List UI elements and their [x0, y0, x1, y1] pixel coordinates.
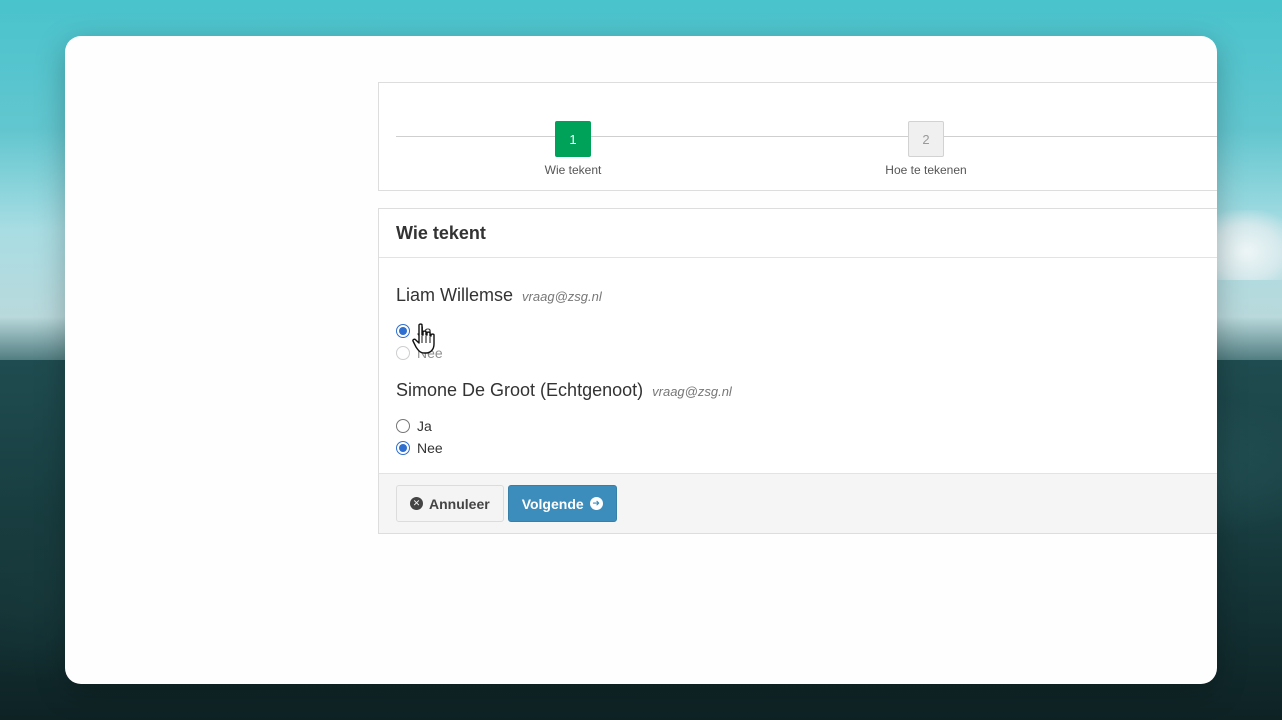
signer-name: Simone De Groot (Echtgenoot)	[396, 380, 644, 400]
arrow-circle-right-icon: ➜	[589, 497, 603, 510]
radio-option-ja[interactable]: Ja	[396, 415, 1217, 437]
next-button[interactable]: Volgende ➜	[507, 485, 617, 522]
step-who-signs[interactable]: 1 Wie tekent	[503, 121, 643, 177]
panel-title: Wie tekent	[396, 223, 486, 243]
signer-email: vraag@zsg.nl	[522, 289, 602, 304]
radio-button[interactable]	[396, 441, 410, 455]
signer-email: vraag@zsg.nl	[652, 384, 732, 399]
signer-name: Liam Willemse	[396, 285, 514, 305]
cancel-button-label: Annuleer	[429, 495, 490, 512]
times-circle-icon: ✕	[410, 497, 423, 510]
radio-label: Nee	[417, 440, 443, 456]
radio-button[interactable]	[396, 419, 410, 433]
step-how-to-sign[interactable]: 2 Hoe te tekenen	[856, 121, 996, 177]
step-number: 2	[908, 121, 944, 157]
browser-window: 1 Wie tekent 2 Hoe te tekenen Wie tekent…	[65, 36, 1217, 684]
panel-footer: ✕ Annuleer Volgende ➜	[379, 473, 1217, 533]
cancel-button[interactable]: ✕ Annuleer	[396, 485, 504, 522]
step-label: Wie tekent	[544, 163, 602, 177]
who-signs-panel: Wie tekent Liam Willemse vraag@zsg.nl Ja…	[378, 208, 1217, 534]
radio-label: Ja	[417, 418, 432, 434]
radio-option-ja[interactable]: Ja	[396, 320, 1217, 342]
radio-button[interactable]	[396, 346, 410, 360]
signer-heading: Liam Willemse vraag@zsg.nl	[396, 285, 1217, 306]
next-button-label: Volgende	[521, 495, 584, 512]
signer-heading: Simone De Groot (Echtgenoot) vraag@zsg.n…	[396, 380, 1217, 401]
radio-option-nee[interactable]: Nee	[396, 437, 1217, 459]
step-label: Hoe te tekenen	[885, 163, 967, 177]
wizard-steps: 1 Wie tekent 2 Hoe te tekenen	[378, 82, 1217, 191]
signer-group: Simone De Groot (Echtgenoot) vraag@zsg.n…	[396, 380, 1217, 459]
radio-label: Ja	[417, 323, 432, 339]
panel-header: Wie tekent	[379, 209, 1217, 258]
signer-group: Liam Willemse vraag@zsg.nl Ja Nee	[396, 285, 1217, 364]
radio-button[interactable]	[396, 324, 410, 338]
radio-option-nee[interactable]: Nee	[396, 342, 1217, 364]
radio-label: Nee	[417, 345, 443, 361]
step-number: 1	[555, 121, 591, 157]
panel-body: Liam Willemse vraag@zsg.nl Ja Nee Simone…	[379, 258, 1217, 459]
